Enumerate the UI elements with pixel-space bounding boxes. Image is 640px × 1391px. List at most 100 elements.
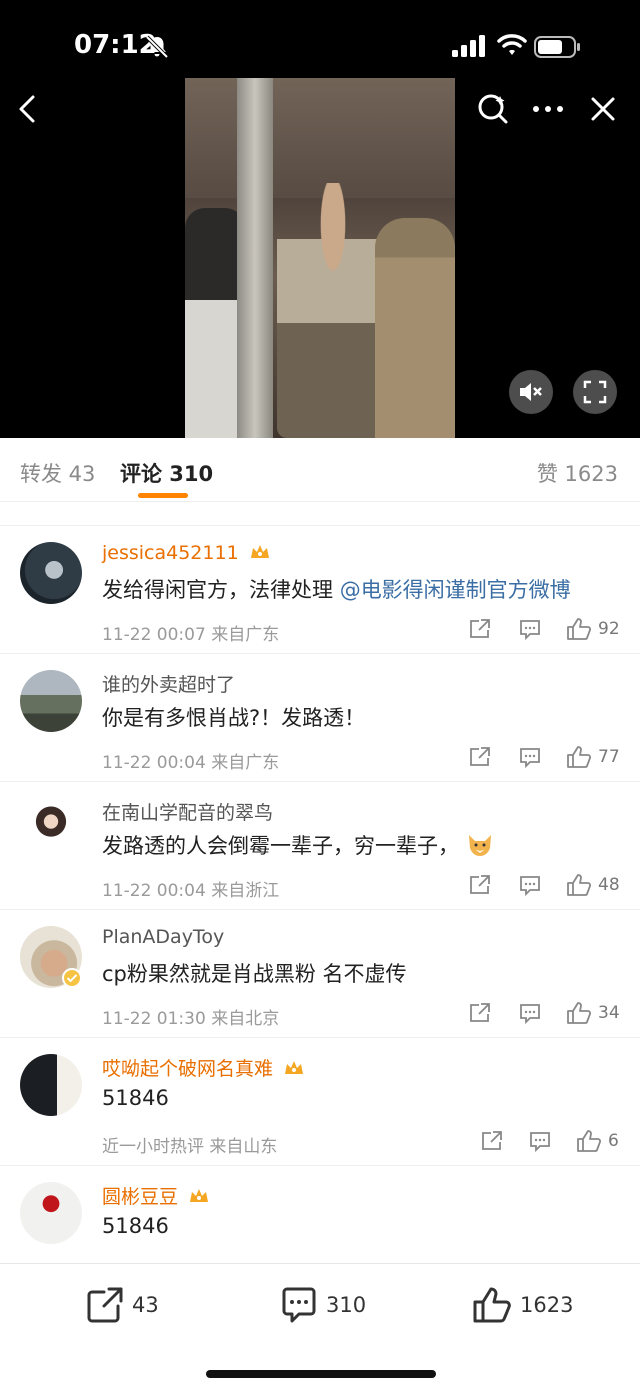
- comment-username-text: 哎呦起个破网名真难: [102, 1058, 274, 1080]
- repost-button[interactable]: 43: [86, 1284, 159, 1326]
- comment-text: cp粉果然就是肖战黑粉 名不虚传: [102, 962, 407, 986]
- more-button[interactable]: [525, 86, 571, 132]
- comment-username[interactable]: jessica452111: [102, 542, 271, 564]
- like-button[interactable]: 48: [566, 872, 620, 898]
- like-icon: [567, 618, 592, 640]
- share-button[interactable]: [468, 1000, 492, 1026]
- comment-username[interactable]: PlanADayToy: [102, 926, 224, 948]
- close-icon: [591, 97, 615, 121]
- battery-icon: [534, 36, 580, 58]
- search-button[interactable]: [470, 86, 516, 132]
- close-button[interactable]: [580, 86, 626, 132]
- comment-icon: [282, 1287, 316, 1323]
- share-button[interactable]: [480, 1128, 504, 1154]
- comment-username[interactable]: 圆彬豆豆: [102, 1182, 210, 1209]
- comment-item: jessica452111 发给得闲官方，法律处理 @电影得闲谨制官方微博 11…: [0, 525, 640, 653]
- reply-button[interactable]: [518, 1000, 542, 1026]
- share-button[interactable]: [468, 744, 492, 770]
- mention-link[interactable]: @电影得闲谨制官方微博: [340, 578, 571, 602]
- tab-comment[interactable]: 评论 310: [120, 458, 213, 488]
- fullscreen-icon: [583, 380, 607, 404]
- comment-username[interactable]: 哎呦起个破网名真难: [102, 1054, 305, 1081]
- comment-content: 发给得闲官方，法律处理 @电影得闲谨制官方微博: [102, 574, 571, 604]
- comment-item: 圆彬豆豆 51846: [0, 1165, 640, 1263]
- back-icon: [19, 95, 35, 123]
- avatar[interactable]: [20, 542, 82, 604]
- dog-emoji-icon: [468, 835, 491, 856]
- like-icon: [567, 746, 592, 768]
- comment-meta: 11-22 01:30 来自北京: [102, 1009, 280, 1029]
- comment-item: 哎呦起个破网名真难 51846 近一小时热评 来自山东 6: [0, 1037, 640, 1165]
- comment-content: 你是有多恨肖战?！发路透！: [102, 702, 365, 732]
- share-button[interactable]: [468, 616, 492, 642]
- comment-item: PlanADayToy cp粉果然就是肖战黑粉 名不虚传 11-22 01:30…: [0, 909, 640, 1037]
- video-scene-roof: [185, 78, 455, 198]
- repost-count: 43: [132, 1293, 159, 1317]
- like-button[interactable]: 34: [566, 1000, 620, 1026]
- comment-text: 你是有多恨肖战?！发路透！: [102, 706, 366, 730]
- vip-badge-icon: [250, 545, 269, 558]
- comment-content: 发路透的人会倒霉一辈子，穷一辈子，: [102, 830, 494, 860]
- fullscreen-button[interactable]: [573, 370, 617, 414]
- comment-text: 发给得闲官方，法律处理: [102, 578, 333, 602]
- like-post-button[interactable]: 1623: [472, 1284, 573, 1326]
- share-icon: [482, 1131, 502, 1150]
- like-icon: [473, 1287, 511, 1323]
- comment-username-text: PlanADayToy: [102, 926, 225, 948]
- like-icon: [567, 874, 592, 896]
- share-icon: [87, 1287, 123, 1323]
- comment-username[interactable]: 在南山学配音的翠鸟: [102, 798, 273, 825]
- comment-item: 谁的外卖超时了 你是有多恨肖战?！发路透！ 11-22 00:04 来自广东 7…: [0, 653, 640, 781]
- mute-icon: [520, 383, 542, 401]
- avatar[interactable]: [20, 670, 82, 732]
- reply-icon: [530, 1132, 550, 1153]
- mute-button[interactable]: [509, 370, 553, 414]
- vip-badge-icon: [190, 1189, 209, 1202]
- avatar[interactable]: [20, 1182, 82, 1244]
- comment-username[interactable]: 谁的外卖超时了: [102, 670, 235, 697]
- bell-slash-icon: [145, 35, 169, 59]
- comment-list: jessica452111 发给得闲官方，法律处理 @电影得闲谨制官方微博 11…: [0, 525, 640, 1263]
- like-count-total: 1623: [520, 1293, 574, 1317]
- comment-text: 51846: [102, 1214, 169, 1238]
- comment-content: 51846: [102, 1086, 169, 1110]
- video-scene-person-left: [185, 208, 245, 438]
- like-button[interactable]: 6: [576, 1128, 619, 1154]
- share-button[interactable]: [468, 872, 492, 898]
- like-button[interactable]: 77: [566, 744, 620, 770]
- status-bar: 07:12: [0, 0, 640, 90]
- comment-username-text: jessica452111: [102, 542, 239, 564]
- tab-repost[interactable]: 转发 43: [20, 458, 95, 488]
- comment-button[interactable]: 310: [280, 1284, 366, 1326]
- tab-like[interactable]: 赞 1623: [537, 458, 618, 488]
- signal-icon: [452, 35, 485, 57]
- search-icon: [478, 94, 508, 124]
- comment-content: 51846: [102, 1214, 169, 1238]
- avatar[interactable]: [20, 1054, 82, 1116]
- comment-text: 51846: [102, 1086, 169, 1110]
- comment-content: cp粉果然就是肖战黑粉 名不虚传: [102, 958, 407, 988]
- comment-meta: 11-22 00:07 来自广东: [102, 625, 280, 645]
- reply-button[interactable]: [518, 616, 542, 642]
- avatar[interactable]: [20, 798, 82, 860]
- reply-button[interactable]: [518, 744, 542, 770]
- wifi-icon: [497, 34, 527, 55]
- reply-button[interactable]: [518, 872, 542, 898]
- verified-badge-icon: [62, 968, 82, 988]
- like-button[interactable]: 92: [566, 616, 620, 642]
- like-icon: [577, 1130, 602, 1152]
- home-indicator: [206, 1370, 436, 1378]
- bottom-action-bar: 43 310 1623: [0, 1263, 640, 1391]
- like-icon: [567, 1002, 592, 1024]
- share-icon: [470, 875, 490, 894]
- comment-meta: 11-22 00:04 来自浙江: [102, 881, 280, 901]
- video-scene-person-right: [375, 218, 455, 438]
- video-scene-person-center: [277, 183, 389, 438]
- tab-active-indicator: [138, 493, 188, 498]
- back-button[interactable]: [4, 86, 50, 132]
- video-player[interactable]: [185, 78, 455, 438]
- reply-button[interactable]: [528, 1128, 552, 1154]
- reply-icon: [520, 1004, 540, 1025]
- reply-icon: [520, 620, 540, 641]
- like-count: 34: [598, 1003, 620, 1023]
